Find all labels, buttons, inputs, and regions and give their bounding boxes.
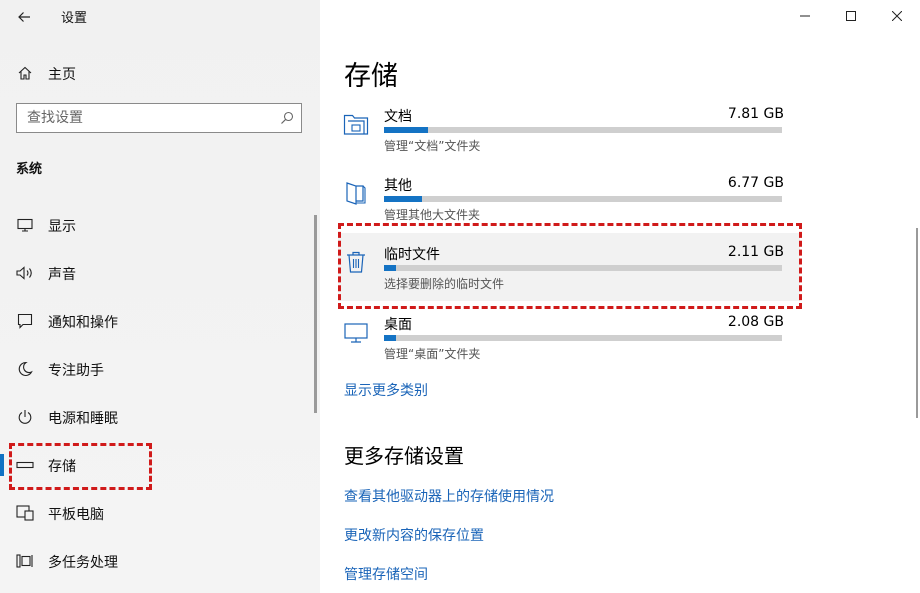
storage-category-desktop[interactable]: 桌面 2.08 GB 管理“桌面”文件夹 [338,314,784,374]
category-description: 管理其他大文件夹 [384,208,481,222]
sidebar-item-label: 专注助手 [48,363,104,379]
storage-category-other[interactable]: 其他 6.77 GB 管理其他大文件夹 [338,175,784,235]
storage-page: 存储 文档 7.81 GB 管理“文档”文件夹 其他 6.77 GB 管理其他大… [320,0,920,593]
minimize-button[interactable] [782,0,828,32]
other-files-icon [346,182,366,205]
search-box[interactable] [16,103,302,133]
sidebar-item-power[interactable]: 电源和睡眠 [0,397,318,437]
sidebar-item-label: 显示 [48,219,76,235]
category-description: 选择要删除的临时文件 [384,277,505,291]
app-title: 设置 [61,11,88,26]
moon-icon [16,360,34,378]
section-heading-system: 系统 [16,162,43,177]
back-button[interactable] [12,6,36,28]
sidebar-item-label: 平板电脑 [48,507,104,523]
maximize-icon [846,11,856,21]
usage-bar-fill [384,196,422,202]
sidebar-item-display[interactable]: 显示 [0,205,318,245]
storage-category-temp-files[interactable]: 临时文件 2.11 GB 选择要删除的临时文件 [338,244,784,304]
trash-icon [347,251,365,273]
power-icon [16,408,34,426]
category-size: 6.77 GB [727,175,784,191]
show-more-categories-link[interactable]: 显示更多类别 [344,380,428,400]
page-title: 存储 [344,61,398,92]
usage-bar [384,196,782,202]
documents-folder-icon [343,114,369,135]
speaker-icon [16,264,34,282]
search-icon [281,111,294,124]
category-description: 管理“桌面”文件夹 [384,347,481,361]
tablet-icon [16,504,34,522]
sidebar-item-label: 声音 [48,267,76,283]
multitasking-icon [16,552,34,570]
manage-storage-spaces-link[interactable]: 管理存储空间 [344,564,428,584]
usage-bar-fill [384,335,396,341]
home-label: 主页 [48,67,76,83]
home-icon [16,64,34,82]
category-name: 桌面 [384,317,412,333]
category-description: 管理“文档”文件夹 [384,139,481,153]
close-icon [892,11,902,21]
more-storage-settings-heading: 更多存储设置 [344,444,464,468]
settings-sidebar: 设置 主页 系统 显示 声音 通知和操作 [0,0,320,593]
category-name: 临时文件 [384,247,440,263]
usage-bar-fill [384,127,428,133]
category-size: 7.81 GB [727,106,784,122]
maximize-button[interactable] [828,0,874,32]
sidebar-item-label: 多任务处理 [48,555,118,571]
usage-bar [384,127,782,133]
sidebar-item-label: 通知和操作 [48,315,118,331]
category-name: 文档 [384,109,412,125]
window-controls [782,0,920,32]
display-icon [16,216,34,234]
sidebar-item-multitasking[interactable]: 多任务处理 [0,541,318,581]
sidebar-scrollbar[interactable] [314,215,317,413]
change-save-location-link[interactable]: 更改新内容的保存位置 [344,525,484,545]
close-button[interactable] [874,0,920,32]
titlebar-left: 设置 [0,0,320,32]
sidebar-item-focus-assist[interactable]: 专注助手 [0,349,318,389]
sidebar-item-tablet[interactable]: 平板电脑 [0,493,318,533]
sidebar-item-label: 存储 [48,459,76,475]
notification-icon [16,312,34,330]
search-input[interactable] [17,104,277,132]
usage-bar [384,265,782,271]
back-arrow-icon [18,12,30,22]
desktop-icon [344,323,368,343]
view-other-drives-link[interactable]: 查看其他驱动器上的存储使用情况 [344,486,554,506]
sidebar-item-home[interactable]: 主页 [0,60,320,86]
content-scrollbar[interactable] [916,228,918,418]
storage-category-documents[interactable]: 文档 7.81 GB 管理“文档”文件夹 [338,106,784,166]
sidebar-item-notifications[interactable]: 通知和操作 [0,301,318,341]
sidebar-item-label: 电源和睡眠 [48,411,118,427]
category-size: 2.11 GB [727,244,784,260]
category-size: 2.08 GB [727,314,784,330]
sidebar-item-sound[interactable]: 声音 [0,253,318,293]
usage-bar-fill [384,265,396,271]
active-indicator [0,454,4,476]
sidebar-item-storage[interactable]: 存储 [0,445,318,485]
minimize-icon [800,15,810,17]
storage-icon [16,456,34,474]
category-name: 其他 [384,178,412,194]
usage-bar [384,335,782,341]
